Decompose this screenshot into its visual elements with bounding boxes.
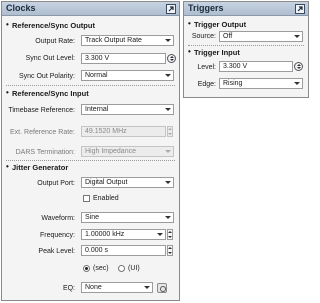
frequency-input[interactable]: 1.00000 kHz [81, 229, 166, 240]
ext-reference-rate-label: Ext. Reference Rate: [10, 129, 75, 136]
sync-out-level-input[interactable]: 3.300 V [81, 53, 166, 64]
clocks-title: Clocks [6, 3, 36, 13]
spinner-icon [167, 126, 173, 137]
bullet-icon: • [6, 88, 9, 97]
eq-select[interactable]: None [81, 282, 153, 293]
chevron-down-icon [294, 82, 300, 85]
sync-out-polarity-label: Sync Out Polarity: [18, 73, 75, 80]
popout-icon[interactable] [295, 4, 305, 14]
triggers-title: Triggers [188, 3, 224, 13]
clocks-titlebar: Clocks [2, 2, 179, 16]
chevron-down-icon [165, 181, 171, 184]
output-rate-label: Output Rate: [35, 38, 75, 45]
bullet-icon: • [6, 20, 9, 29]
chevron-down-icon [165, 74, 171, 77]
timebase-reference-label: Timebase Reference: [8, 107, 75, 114]
unit-ui-label: (UI) [128, 265, 140, 272]
output-rate-select[interactable]: Track Output Rate [81, 35, 174, 46]
edge-select[interactable]: Rising [219, 78, 303, 89]
output-port-select[interactable]: Digital Output [81, 177, 174, 188]
jitter-generator-header[interactable]: • Jitter Generator [2, 162, 179, 172]
spinner-icon[interactable] [294, 62, 303, 71]
chevron-down-icon [165, 39, 171, 42]
spinner-icon[interactable] [167, 245, 173, 256]
bullet-icon: • [6, 162, 9, 171]
chevron-down-icon [294, 35, 300, 38]
enabled-checkbox[interactable] [83, 195, 90, 202]
chevron-down-icon [144, 286, 150, 289]
ref-sync-output-header[interactable]: • Reference/Sync Output [2, 20, 179, 30]
chevron-down-icon [157, 233, 163, 236]
divider [188, 45, 304, 46]
chevron-down-icon [165, 150, 171, 153]
frequency-label: Frequency: [39, 232, 75, 239]
sync-out-polarity-select[interactable]: Normal [81, 70, 174, 81]
enabled-label: Enabled [93, 195, 119, 202]
dars-termination-select: High Impedance [81, 146, 174, 157]
clocks-panel: Clocks • Reference/Sync Output Output Ra… [1, 1, 180, 301]
ext-reference-rate-input: 49.1520 MHz [81, 126, 166, 137]
output-port-label: Output Port: [37, 180, 75, 187]
unit-sec-radio[interactable] [83, 265, 90, 272]
eq-label: EQ: [62, 285, 75, 292]
source-select[interactable]: Off [219, 31, 303, 42]
ref-sync-input-header[interactable]: • Reference/Sync Input [2, 88, 179, 98]
divider [6, 160, 175, 161]
timebase-reference-select[interactable]: Internal [81, 104, 174, 115]
spinner-icon[interactable] [167, 54, 176, 63]
unit-ui-radio[interactable] [118, 265, 125, 272]
eq-settings-icon[interactable] [157, 283, 167, 293]
unit-sec-label: (sec) [93, 265, 109, 272]
peak-level-input[interactable]: 0.000 s [81, 245, 166, 256]
trigger-input-header[interactable]: • Trigger Input [184, 47, 308, 57]
spinner-icon[interactable] [167, 229, 173, 240]
waveform-label: Waveform: [41, 215, 75, 222]
sync-out-level-label: Sync Out Level: [25, 55, 75, 62]
chevron-down-icon [165, 216, 171, 219]
level-input[interactable]: 3.300 V [219, 61, 293, 72]
trigger-output-header[interactable]: • Trigger Output [184, 19, 308, 29]
level-label: Level: [197, 64, 216, 71]
waveform-select[interactable]: Sine [81, 212, 174, 223]
bullet-icon: • [188, 19, 191, 28]
bullet-icon: • [188, 47, 191, 56]
popout-icon[interactable] [166, 4, 176, 14]
triggers-panel: Triggers • Trigger Output Source: Off • … [183, 1, 309, 98]
peak-level-label: Peak Level: [38, 248, 75, 255]
source-label: Source: [191, 33, 216, 40]
chevron-down-icon [165, 108, 171, 111]
divider [6, 85, 175, 86]
edge-label: Edge: [197, 81, 216, 88]
dars-termination-label: DARS Termination: [15, 149, 75, 156]
triggers-titlebar: Triggers [184, 2, 308, 16]
